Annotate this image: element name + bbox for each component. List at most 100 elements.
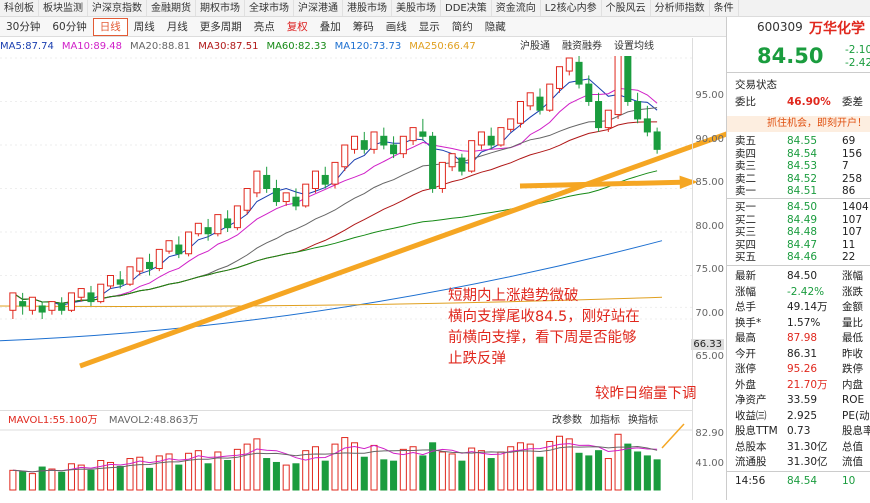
candle-body [448,153,456,168]
toolbar-item[interactable]: 亮点 [248,17,281,36]
top-nav-item[interactable]: 科创板 [0,0,39,16]
asks-price: 84.54 [787,147,818,160]
top-nav-item[interactable]: 条件 [710,0,739,16]
bids-label: 买四 [735,238,756,251]
volume-link[interactable]: 加指标 [590,415,620,426]
weicha-label: 委差 [842,95,863,108]
toolbar-item[interactable]: 30分钟 [0,17,46,36]
candle-body [468,140,476,172]
volume-bar [487,458,495,491]
stat-row: 最高 87.98 最低 [727,331,870,347]
bids-price: 84.50 [787,201,818,213]
asks-price: 84.53 [787,160,818,172]
price-axis: 95.00 90.00 85.00 80.00 75.00 70.00 66.33 65.00… [691,38,726,500]
chart-link[interactable]: 设置均线 [614,41,654,52]
promo-banner[interactable]: 抓住机会，即刻开户！ [767,116,867,132]
candle-body [292,196,300,207]
asks-label: 卖五 [735,135,756,147]
volume-bar [311,446,320,491]
candle-body [536,96,544,111]
volume-bar [380,459,388,491]
volume-bar [497,451,505,491]
toolbar-item[interactable]: 简约 [446,17,479,36]
volume-bar [331,443,339,491]
ma-legend-item: MA250:66.47 [409,41,476,52]
candle-body [97,283,105,303]
chart-link[interactable]: 沪股通 [520,41,550,52]
stat-row: 总股本 31.30亿 总值 [727,440,870,456]
candle-body [331,161,339,185]
candle-body [214,214,222,235]
asks-price: 84.55 [787,135,818,147]
toolbar-item[interactable]: 画线 [380,17,413,36]
toolbar-item[interactable]: 60分钟 [46,17,92,36]
top-nav-item[interactable]: 港股市场 [343,0,392,16]
candle-body [575,61,583,85]
volume-link[interactable]: 换指标 [628,415,658,426]
candle-body [67,292,75,311]
stat-value: 1.57% [787,316,821,329]
toolbar-item[interactable]: 更多周期 [194,17,248,36]
toolbar-item[interactable]: 月线 [161,17,194,36]
top-nav-item[interactable]: 沪深京指数 [88,0,147,16]
top-nav-item[interactable]: 全球市场 [245,0,294,16]
volume-axis-label: 41.00 [695,458,724,469]
top-nav-item[interactable]: 分析师指数 [651,0,710,16]
volume-bar [28,473,36,491]
toolbar-item[interactable]: 复权 [281,17,314,36]
top-nav-item[interactable]: 期权市场 [196,0,245,16]
bids-row: 买二 84.49 107 [727,214,870,227]
bids-label: 买三 [735,226,756,238]
quote-panel: 600309 万华化学 84.50 -2.10 -2.42% 交易状态 委比 4… [726,17,870,500]
chart-link[interactable]: 融资融券 [562,41,602,52]
top-nav-item[interactable]: DDE决策 [441,0,492,16]
stat-value: 33.59 [787,394,818,406]
stat-value: -2.42% [787,285,825,298]
toolbar-item[interactable]: 筹码 [347,17,380,36]
annotation-line: 止跌反弹 [448,351,506,367]
stat-row: 今开 86.31 昨收 [727,347,870,363]
volume-bar [350,442,359,491]
tick-time: 14:56 [735,475,766,487]
annotation-line: 横向支撑尾收84.5，刚好站在 [448,309,640,325]
stat-label-2: 量比 [842,316,863,329]
candle-body [555,66,564,89]
asks-price: 84.51 [787,185,818,197]
trade-status: 交易状态 [735,79,777,91]
toolbar-item[interactable]: 隐藏 [479,17,512,36]
asks-label: 卖一 [735,185,756,197]
top-nav-item[interactable]: 板块监测 [39,0,88,16]
top-nav-item[interactable]: L2核心内参 [541,0,602,16]
asks-label: 卖二 [735,172,756,185]
volume-bar [643,455,651,491]
volume-bar [341,437,349,491]
bids-row: 买五 84.46 22 [727,251,870,264]
volume-bar [468,447,476,491]
volume-link[interactable]: 改参数 [552,415,582,426]
top-nav-item[interactable]: 金融期货 [147,0,196,16]
stat-row: 涨停 95.26 跌停 [727,362,870,378]
toolbar-item[interactable]: 叠加 [314,17,347,36]
toolbar-item[interactable]: 周线 [128,17,161,36]
top-nav-item[interactable]: 资金流向 [492,0,541,16]
top-nav-item[interactable]: 美股市场 [392,0,441,16]
candle-body [419,131,427,137]
volume-bar [536,456,544,491]
volume-bar [634,451,642,491]
candle-body [643,118,651,133]
top-nav-item[interactable]: 个股风云 [602,0,651,16]
candle-body [477,131,485,146]
toolbar-item[interactable]: 显示 [413,17,446,36]
asks-price: 84.52 [787,172,818,185]
stat-row: 换手* 1.57% 量比 [727,316,870,332]
stat-label: 收益㈢ [735,409,767,422]
top-nav-item[interactable]: 沪深港通 [294,0,343,16]
volume-bar [448,453,456,491]
price-change: -2.10 -2.42% [845,44,870,70]
toolbar-item[interactable]: 日线 [92,18,128,36]
kline-chart[interactable]: 97.00 [0,37,766,500]
stat-value: 49.14万 [787,301,828,313]
bids-row: 买四 84.47 11 [727,239,870,252]
y-axis-label: 65.00 [695,351,724,362]
stat-label: 净资产 [735,394,767,406]
